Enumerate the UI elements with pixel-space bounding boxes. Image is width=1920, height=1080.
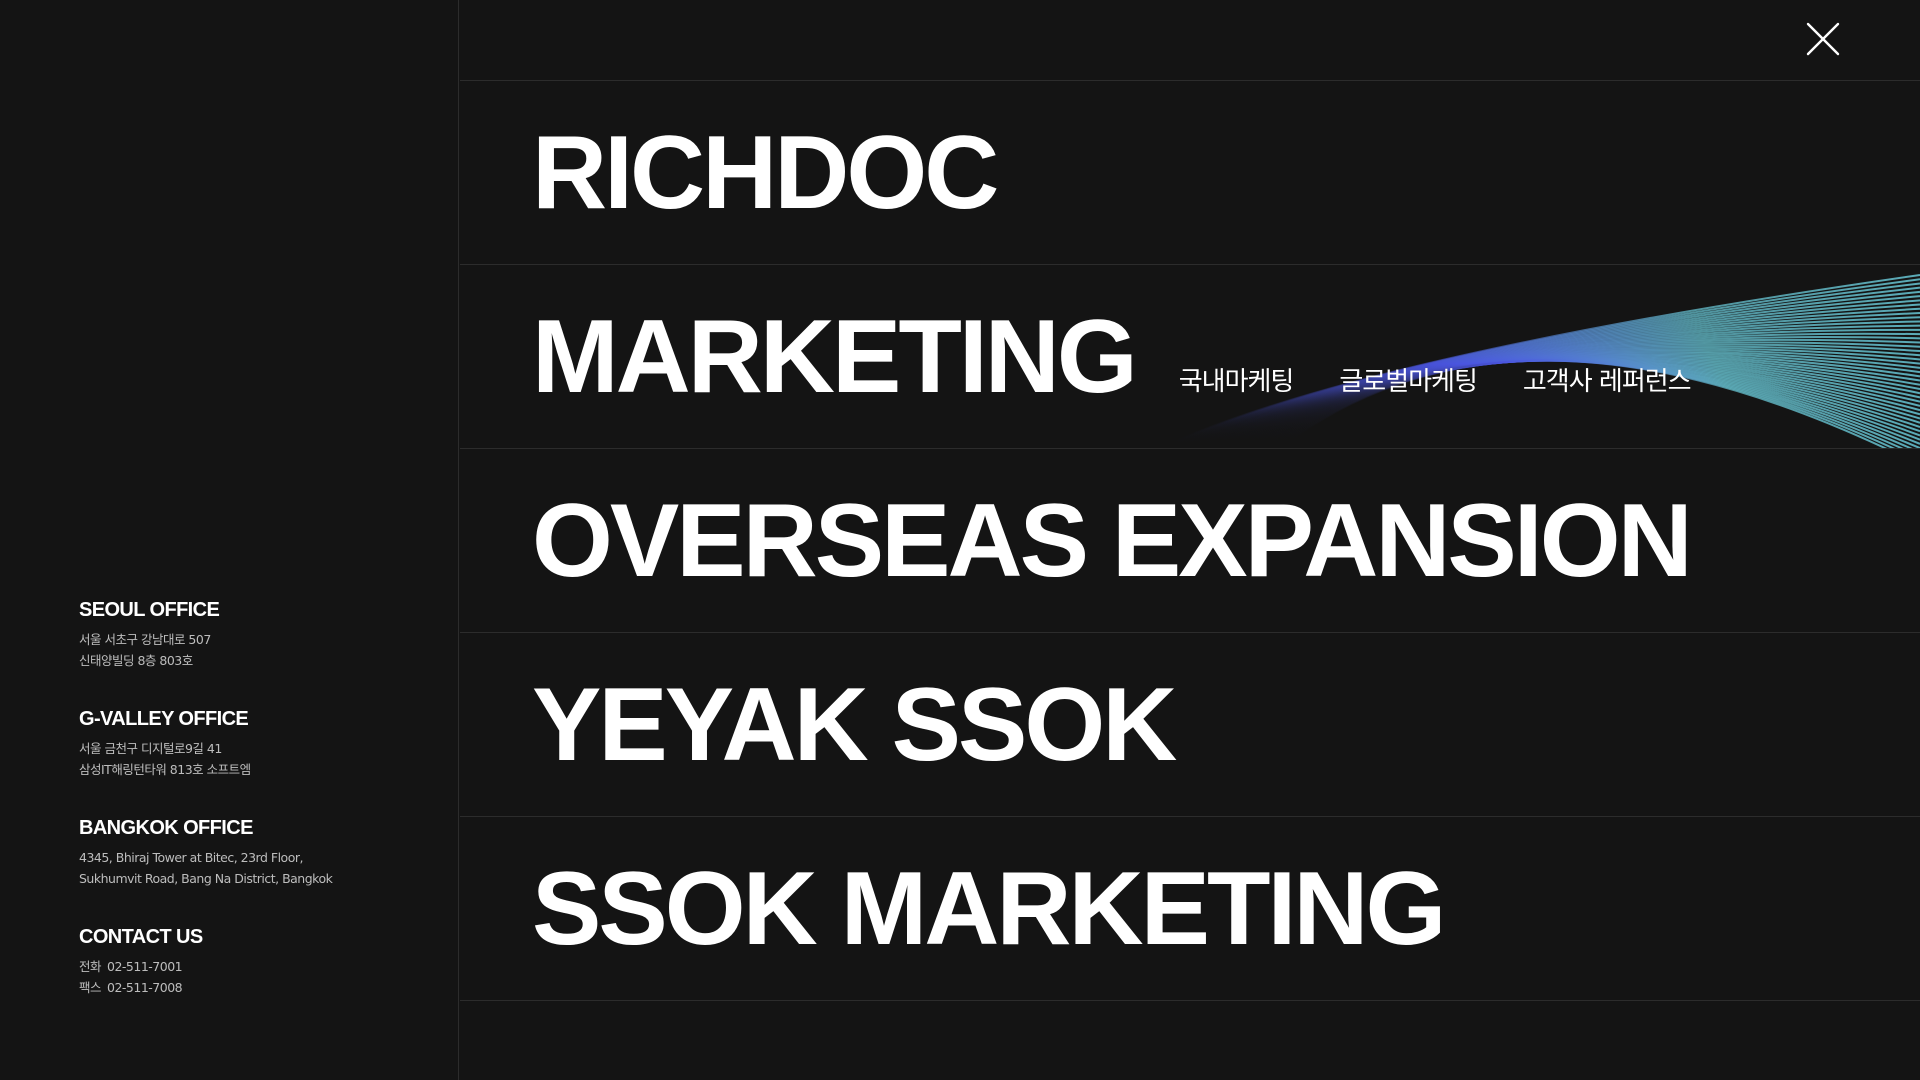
- office-title: BANGKOK OFFICE: [79, 817, 253, 839]
- contact-phone-line: 전화 02-511-7001: [79, 956, 439, 977]
- office-info-panel: SEOUL OFFICE 서울 서초구 강남대로 507 신태양빌딩 8층 80…: [0, 0, 459, 1080]
- menu-item-yeyak-ssok[interactable]: YEYAK SSOK: [460, 633, 1920, 817]
- office-address-line: 서울 서초구 강남대로 507: [79, 632, 211, 647]
- menu-item-label: OVERSEAS EXPANSION: [532, 482, 1693, 599]
- office-address-line: 삼성IT해링턴타워 813호 소프트엠: [79, 762, 251, 777]
- submenu-item-domestic-marketing[interactable]: 국내마케팅: [1179, 361, 1295, 398]
- submenu-item-global-marketing[interactable]: 글로벌마케팅: [1339, 361, 1478, 398]
- menu-item-label: RICHDOC: [532, 114, 999, 231]
- marketing-submenu: 국내마케팅 글로벌마케팅 고객사 레퍼런스: [1179, 361, 1692, 398]
- menu-item-marketing[interactable]: MARKETING 국내마케팅 글로벌마케팅 고객사 레퍼런스: [460, 265, 1920, 449]
- menu-overlay: SEOUL OFFICE 서울 서초구 강남대로 507 신태양빌딩 8층 80…: [0, 0, 1920, 1080]
- contact-us: CONTACT US 전화 02-511-7001 팩스 02-511-7008: [79, 925, 439, 998]
- office-address-line: 서울 금천구 디지털로9길 41: [79, 741, 222, 756]
- fax-label: 팩스: [79, 980, 102, 995]
- menu-item-label: YEYAK SSOK: [532, 666, 1177, 783]
- decorative-lines-graphic: [1159, 274, 1920, 448]
- menu-item-label: MARKETING: [532, 298, 1138, 415]
- g-valley-office: G-VALLEY OFFICE 서울 금천구 디지털로9길 41 삼성IT해링턴…: [79, 707, 439, 780]
- close-icon: [1806, 22, 1840, 56]
- office-address-line: 신태양빌딩 8층 803호: [79, 653, 193, 668]
- office-address-line: Sukhumvit Road, Bang Na District, Bangko…: [79, 871, 333, 886]
- bangkok-office: BANGKOK OFFICE 4345, Bhiraj Tower at Bit…: [79, 816, 439, 889]
- menu-item-ssok-marketing[interactable]: SSOK MARKETING: [460, 817, 1920, 1001]
- contact-title: CONTACT US: [79, 926, 203, 948]
- office-title: SEOUL OFFICE: [79, 599, 220, 621]
- menu-item-richdoc[interactable]: RICHDOC: [460, 81, 1920, 265]
- menu-item-overseas-expansion[interactable]: OVERSEAS EXPANSION: [460, 449, 1920, 633]
- submenu-item-client-references[interactable]: 고객사 레퍼런스: [1523, 361, 1692, 398]
- office-title: G-VALLEY OFFICE: [79, 708, 249, 730]
- contact-fax-line: 팩스 02-511-7008: [79, 977, 439, 998]
- fax-number: 02-511-7008: [107, 980, 183, 995]
- phone-label: 전화: [79, 959, 102, 974]
- close-button[interactable]: [1804, 20, 1842, 58]
- main-menu: RICHDOC MARKETING 국내마케팅 글로벌마케팅 고객사 레퍼런스 …: [460, 80, 1920, 1001]
- phone-number: 02-511-7001: [107, 959, 183, 974]
- seoul-office: SEOUL OFFICE 서울 서초구 강남대로 507 신태양빌딩 8층 80…: [79, 598, 439, 671]
- office-address-line: 4345, Bhiraj Tower at Bitec, 23rd Floor,: [79, 850, 303, 865]
- office-list: SEOUL OFFICE 서울 서초구 강남대로 507 신태양빌딩 8층 80…: [79, 598, 439, 1034]
- menu-item-label: SSOK MARKETING: [532, 850, 1446, 967]
